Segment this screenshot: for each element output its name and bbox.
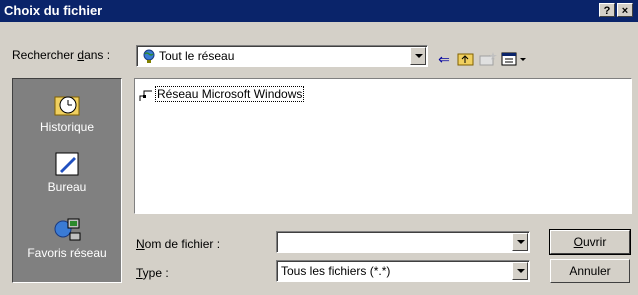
place-network[interactable]: Favoris réseau xyxy=(13,215,121,260)
title-bar[interactable]: Choix du fichier ? × xyxy=(0,0,638,22)
file-dialog: Choix du fichier ? × Rechercher dans : T… xyxy=(0,0,638,295)
list-item[interactable]: Réseau Microsoft Windows xyxy=(139,86,305,102)
lookin-label: Rechercher dans : xyxy=(12,48,111,62)
filename-field[interactable] xyxy=(276,231,530,253)
lookin-combo[interactable]: Tout le réseau xyxy=(136,45,428,67)
history-icon xyxy=(54,96,80,116)
filename-dropdown-button[interactable] xyxy=(512,233,528,251)
close-button[interactable]: × xyxy=(617,3,633,17)
place-desktop[interactable]: Bureau xyxy=(13,149,121,194)
filetype-value: Tous les fichiers (*.*) xyxy=(281,264,391,278)
help-button[interactable]: ? xyxy=(599,3,615,17)
file-list[interactable]: Réseau Microsoft Windows xyxy=(134,78,632,214)
view-menu-icon[interactable] xyxy=(500,50,530,68)
lookin-value: Tout le réseau xyxy=(159,49,235,63)
new-folder-icon[interactable] xyxy=(478,50,498,68)
desktop-icon xyxy=(55,152,79,176)
filetype-dropdown-button[interactable] xyxy=(512,262,528,280)
up-folder-icon[interactable] xyxy=(456,50,476,68)
back-icon[interactable]: ⇐ xyxy=(434,50,454,68)
filetype-select[interactable]: Tous les fichiers (*.*) xyxy=(276,260,530,282)
network-places-icon xyxy=(54,218,81,241)
lookin-dropdown-button[interactable] xyxy=(410,47,426,65)
open-button[interactable]: Ouvrir xyxy=(549,229,631,255)
filename-label: Nom de fichier : xyxy=(136,237,221,251)
cancel-button[interactable]: Annuler xyxy=(550,259,630,283)
network-globe-icon xyxy=(143,49,155,63)
network-icon xyxy=(139,90,152,101)
filetype-label: Type : xyxy=(136,266,169,280)
place-history[interactable]: Historique xyxy=(13,89,121,134)
dialog-title: Choix du fichier xyxy=(4,3,103,18)
places-bar: Historique Bureau Favoris réseau xyxy=(12,78,122,283)
